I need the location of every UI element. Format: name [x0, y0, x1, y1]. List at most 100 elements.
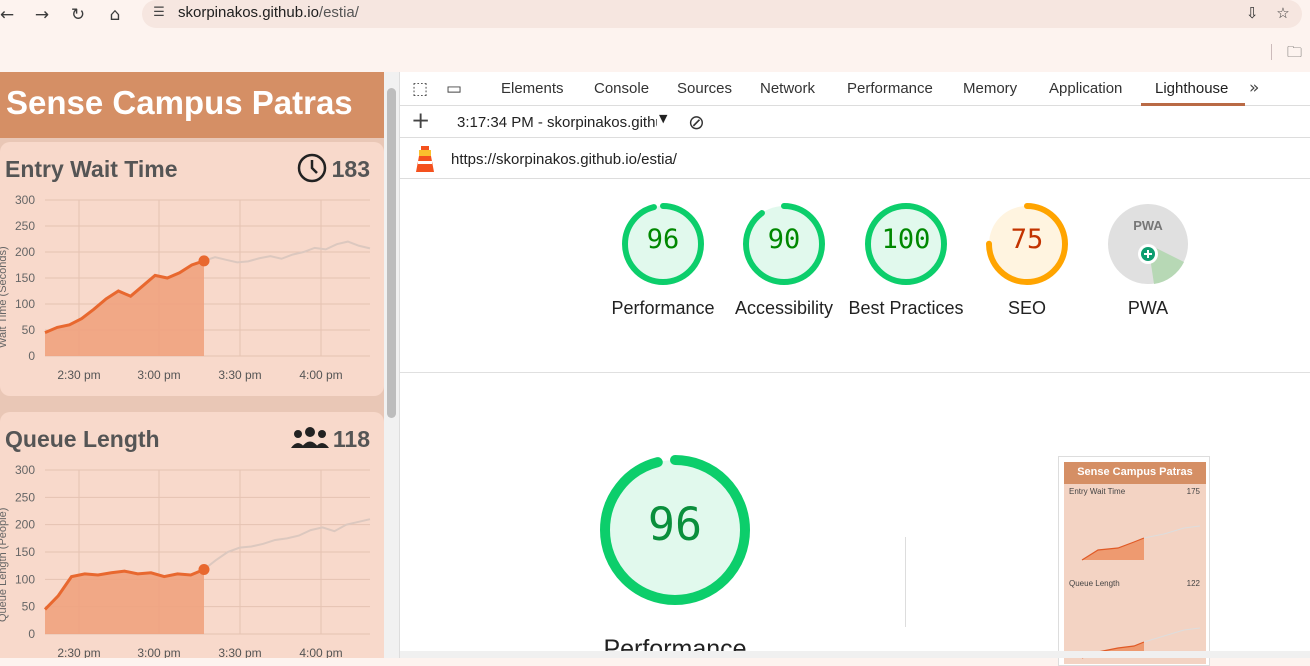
section-divider — [400, 372, 1310, 373]
web-page: Sense Campus Patras Entry Wait Time 183 … — [0, 72, 384, 658]
devtools-h-scrollbar[interactable] — [400, 651, 1310, 658]
lighthouse-logo-icon — [416, 146, 434, 172]
y-tick-label: 50 — [22, 323, 36, 337]
x-tick-label: 2:30 pm — [57, 368, 100, 382]
devtools-tabbar: ⬚ ▭ Elements Console Sources Network Per… — [400, 72, 1310, 106]
reload-icon[interactable]: ↻ — [67, 4, 89, 26]
report-select[interactable]: 3:17:34 PM - skorpinakos.github.io — [457, 114, 657, 131]
vertical-divider — [905, 537, 906, 627]
current-point — [198, 563, 210, 575]
thumb-header: Sense Campus Patras — [1064, 462, 1206, 484]
queue-length-chart: 0 50 100 150 200 250 300 2:30 pm 3:00 pm 3:30 pm 4… — [0, 463, 371, 658]
devtools-panel: ⬚ ▭ Elements Console Sources Network Per… — [399, 72, 1310, 666]
wait-time-chart: 0 50 100 150 200 250 300 2:30 pm 3:00 pm 3:30 pm 4… — [0, 193, 371, 382]
address-url: skorpinakos.github.io/estia/ — [178, 4, 359, 21]
tab-performance[interactable]: Performance — [847, 80, 933, 97]
clear-reports-icon[interactable]: ⊘ — [688, 110, 705, 134]
page-title: Sense Campus Patras — [6, 84, 353, 121]
forward-arrow-icon[interactable]: → — [31, 4, 53, 26]
current-point — [198, 255, 210, 267]
tab-memory[interactable]: Memory — [963, 80, 1017, 97]
card-title: Queue Length — [5, 426, 160, 452]
dropdown-caret-icon[interactable]: ▼ — [659, 112, 667, 125]
new-report-plus-icon[interactable]: + — [411, 108, 430, 134]
gauge-label: Accessibility — [734, 298, 834, 318]
people-icon — [291, 427, 329, 448]
scrollbar-thumb[interactable] — [387, 88, 396, 418]
site-info-icon[interactable]: ☰ — [150, 4, 168, 22]
x-tick-label: 3:30 pm — [218, 646, 261, 658]
y-tick-label: 200 — [15, 518, 35, 532]
gauge-seo[interactable]: 75 SEO — [967, 202, 1087, 321]
thumb-body: Entry Wait Time 175 Queue Length 122 — [1064, 484, 1206, 664]
bookmarks-divider — [1271, 44, 1272, 60]
y-tick-label: 250 — [15, 490, 35, 504]
gauge-label: SEO — [1007, 298, 1046, 318]
gauge-performance[interactable]: 96 Performance — [603, 202, 723, 321]
y-tick-label: 150 — [15, 271, 35, 285]
x-tick-label: 3:00 pm — [137, 646, 180, 658]
score-value: 100 — [881, 224, 931, 255]
tab-elements[interactable]: Elements — [501, 80, 564, 97]
tab-lighthouse[interactable]: Lighthouse — [1155, 80, 1228, 97]
y-tick-label: 0 — [28, 627, 35, 641]
y-tick-label: 150 — [15, 545, 35, 559]
x-tick-label: 2:30 pm — [57, 646, 100, 658]
score-value: 90 — [767, 224, 801, 255]
y-tick-label: 100 — [15, 572, 35, 586]
score-value: 96 — [646, 224, 680, 255]
tab-application[interactable]: Application — [1049, 80, 1122, 97]
thumb-card1-stat: 175 — [1186, 487, 1200, 496]
bookmarks-bar: 🗀 — [0, 34, 1310, 68]
clock-icon — [297, 153, 327, 183]
gauge-label: Performance — [611, 298, 715, 318]
thumb-card1-title: Entry Wait Time — [1069, 487, 1126, 496]
gauge-accessibility[interactable]: 90 Accessibility — [724, 202, 844, 321]
gauge-pwa[interactable]: PWA PWA — [1088, 202, 1208, 321]
thumb-card2-stat: 122 — [1186, 579, 1200, 588]
card-stat-value: 183 — [331, 156, 370, 182]
tab-sources[interactable]: Sources — [677, 80, 732, 97]
y-tick-label: 300 — [15, 193, 35, 207]
y-axis-label: Queue Length (People) — [0, 508, 9, 622]
x-tick-label: 4:00 pm — [299, 368, 342, 382]
y-tick-label: 50 — [22, 600, 36, 614]
y-tick-label: 300 — [15, 463, 35, 477]
gauge-label: Best Practices — [848, 298, 964, 318]
card-title: Entry Wait Time — [5, 156, 178, 182]
final-screenshot-thumbnail[interactable]: Sense Campus Patras Entry Wait Time 175 … — [1058, 456, 1210, 666]
y-tick-label: 0 — [28, 349, 35, 363]
folder-icon[interactable]: 🗀 — [1287, 42, 1302, 67]
series-area — [45, 260, 204, 356]
x-tick-label: 3:30 pm — [218, 368, 261, 382]
gauge-best-practices[interactable]: 100 Best Practices — [846, 202, 966, 321]
thumb-title: Sense Campus Patras — [1077, 466, 1193, 478]
tab-console[interactable]: Console — [594, 80, 649, 97]
lighthouse-url-bar: https://skorpinakos.github.io/estia/ — [400, 139, 1310, 179]
performance-big-label: Performance — [603, 635, 747, 663]
wait-time-card: Entry Wait Time 183 0 50 100 150 200 250 300 2:… — [0, 142, 384, 396]
home-icon[interactable]: ⌂ — [104, 4, 126, 26]
page-header: Sense Campus Patras — [0, 72, 384, 138]
forecast-line — [203, 518, 371, 571]
more-tabs-chevron-icon[interactable]: » — [1249, 78, 1259, 98]
card-stat-value: 118 — [332, 426, 370, 452]
lighthouse-url: https://skorpinakos.github.io/estia/ — [451, 151, 677, 168]
thumb-card2-title: Queue Length — [1069, 579, 1120, 588]
page-scrollbar[interactable] — [384, 72, 399, 658]
device-toolbar-icon[interactable]: ▭ — [446, 79, 462, 99]
pwa-badge-icon: PWA — [1108, 204, 1188, 284]
x-tick-label: 4:00 pm — [299, 646, 342, 658]
y-tick-label: 250 — [15, 219, 35, 233]
y-axis-label: Wait Time (Seconds) — [0, 246, 9, 348]
queue-length-card: Queue Length 118 0 50 100 150 200 250 300 2:30 … — [0, 412, 384, 658]
install-app-icon[interactable]: ⇩ — [1239, 4, 1265, 22]
tab-network[interactable]: Network — [760, 80, 815, 97]
gauge-label: PWA — [1127, 298, 1169, 318]
address-bar[interactable]: ☰ skorpinakos.github.io/estia/ ⇩ ☆ — [142, 0, 1302, 28]
y-tick-label: 100 — [15, 297, 35, 311]
inspect-element-icon[interactable]: ⬚ — [412, 79, 428, 99]
bookmark-star-icon[interactable]: ☆ — [1270, 4, 1296, 22]
y-tick-label: 200 — [15, 245, 35, 259]
back-arrow-icon[interactable]: ← — [0, 4, 18, 26]
